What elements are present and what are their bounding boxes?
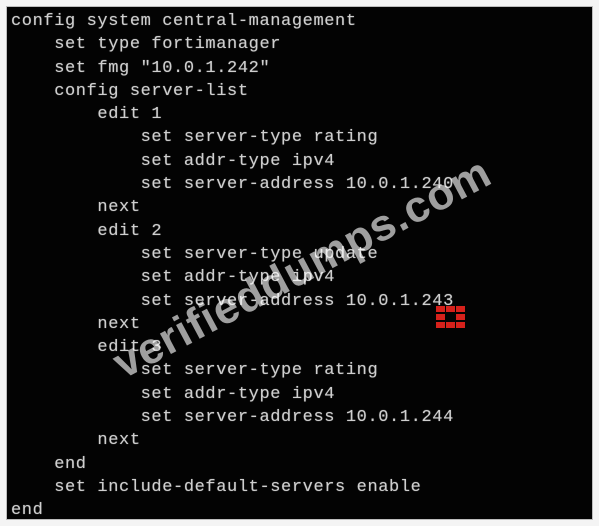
config-line: edit 1 (11, 105, 163, 125)
config-line: set type fortimanager (11, 35, 282, 55)
config-line: set server-type rating (11, 361, 379, 381)
config-line: set server-address 10.0.1.240 (11, 175, 454, 195)
config-line: config system central-management (11, 12, 357, 31)
config-line: set addr-type ipv4 (11, 384, 336, 404)
config-line: next (11, 198, 141, 218)
config-listing: config system central-management set typ… (11, 10, 454, 520)
config-line: edit 3 (11, 338, 163, 358)
config-line: end (11, 454, 87, 474)
config-line: edit 2 (11, 221, 163, 241)
config-line: set fmg "10.0.1.242" (11, 58, 271, 78)
config-line: next (11, 431, 141, 451)
config-line: set server-type rating (11, 128, 379, 148)
config-line: set addr-type ipv4 (11, 268, 336, 288)
config-line: set server-address 10.0.1.244 (11, 408, 454, 428)
config-line: next (11, 314, 141, 334)
screenshot-frame: config system central-management set typ… (0, 0, 599, 526)
config-line: set server-address 10.0.1.243 (11, 291, 454, 311)
config-line: set include-default-servers enable (11, 477, 422, 497)
terminal-window[interactable]: config system central-management set typ… (6, 6, 593, 520)
config-line: end (11, 501, 44, 520)
config-line: set server-type update (11, 244, 379, 264)
config-line: set addr-type ipv4 (11, 151, 336, 171)
config-line: config server-list (11, 81, 249, 101)
